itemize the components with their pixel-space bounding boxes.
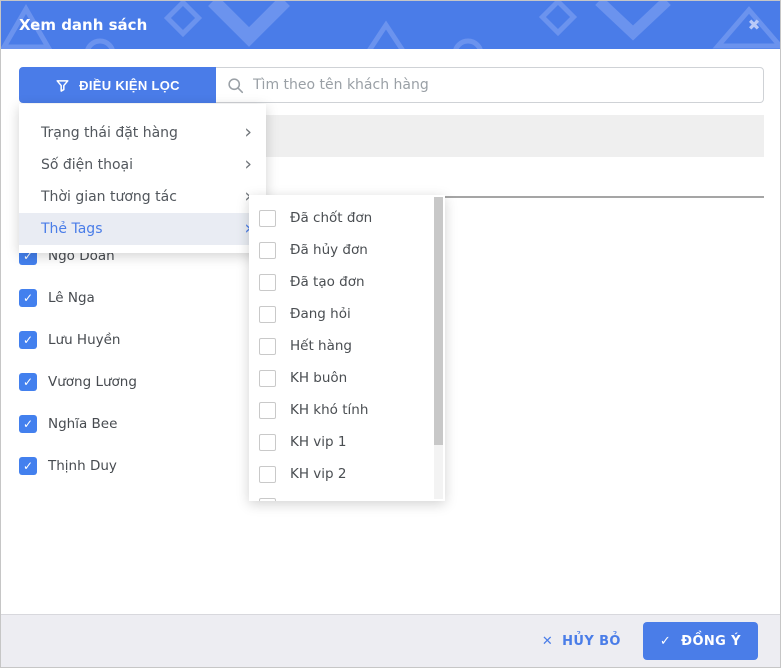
tag-checkbox[interactable] <box>259 465 276 483</box>
tag-option-label: KH khó tính <box>290 402 369 418</box>
menu-item-label: Số điện thoại <box>41 157 134 173</box>
tags-submenu-list: Đã chốt đơn Đã hủy đơn Đã tạo đơn Đang hỏi H… <box>249 202 445 501</box>
funnel-icon <box>56 79 69 92</box>
tag-option-label: KH vip 1 <box>290 434 347 450</box>
tag-option-label: KH buôn <box>290 370 348 386</box>
filter-row: ĐIỀU KIỆN LỌC <box>19 67 764 103</box>
confirm-check-icon: ✓ <box>659 633 672 649</box>
tag-option-7[interactable]: KH vip 1 <box>249 426 445 458</box>
customer-checklist: ✓ Ngo Doan ✓ Lê Nga ✓ Lưu Huyền ✓ Vương Lương ✓ N… <box>19 247 137 499</box>
tag-checkbox[interactable] <box>259 241 276 259</box>
tag-option-label: Đang hỏi <box>290 306 351 322</box>
customer-name-label: Lưu Huyền <box>48 332 121 348</box>
tag-option-0[interactable]: Đã chốt đơn <box>249 202 445 234</box>
tag-option-label: Đã tạo đơn <box>290 274 365 290</box>
confirm-button-label: ĐỒNG Ý <box>681 633 741 649</box>
cancel-x-icon: ✕ <box>541 633 554 649</box>
tag-option-label: KH vip 2 <box>290 466 347 482</box>
customer-row-2[interactable]: ✓ Lưu Huyền <box>19 331 137 349</box>
submenu-scrollbar-thumb[interactable] <box>434 197 443 445</box>
customer-checkbox-checked[interactable]: ✓ <box>19 415 37 433</box>
menu-item-tags[interactable]: Thẻ Tags› <box>19 213 266 245</box>
tag-checkbox[interactable] <box>259 369 276 387</box>
modal-title: Xem danh sách <box>19 16 148 34</box>
tag-option-label: Đã hủy đơn <box>290 242 368 258</box>
tag-option-4[interactable]: Hết hàng <box>249 330 445 362</box>
customer-name-label: Thịnh Duy <box>48 458 117 474</box>
tag-option-2[interactable]: Đã tạo đơn <box>249 266 445 298</box>
tag-checkbox[interactable] <box>259 497 276 501</box>
submenu-scrollbar-track[interactable] <box>434 197 443 499</box>
tag-option-label: Hết hàng <box>290 338 352 354</box>
filter-dropdown-menu: Trạng thái đặt hàng › Số điện thoại › Thời g… <box>19 104 266 253</box>
modal-footer: ✕ HỦY BỎ ✓ ĐỒNG Ý <box>1 614 780 667</box>
customer-name-label: Lê Nga <box>48 290 95 306</box>
tag-checkbox[interactable] <box>259 433 276 451</box>
tag-checkbox[interactable] <box>259 401 276 419</box>
customer-row-5[interactable]: ✓ Thịnh Duy <box>19 457 137 475</box>
customer-checkbox-checked[interactable]: ✓ <box>19 373 37 391</box>
customer-checkbox-checked[interactable]: ✓ <box>19 289 37 307</box>
menu-item-phone[interactable]: Số điện thoại › <box>19 149 266 181</box>
tag-checkbox[interactable] <box>259 337 276 355</box>
menu-item-order-status[interactable]: Trạng thái đặt hàng › <box>19 117 266 149</box>
customer-checkbox-checked[interactable]: ✓ <box>19 331 37 349</box>
tag-option-1[interactable]: Đã hủy đơn <box>249 234 445 266</box>
tag-option-8[interactable]: KH vip 2 <box>249 458 445 490</box>
tag-option-label: Đã chốt đơn <box>290 210 373 226</box>
search-icon <box>228 77 244 93</box>
modal-header: Xem danh sách ✖ <box>1 1 780 49</box>
menu-item-label: Thẻ Tags <box>41 221 103 237</box>
tags-submenu: Đã chốt đơn Đã hủy đơn Đã tạo đơn Đang hỏi H… <box>249 195 445 501</box>
menu-item-label: Thời gian tương tác <box>41 189 177 205</box>
customer-row-1[interactable]: ✓ Lê Nga <box>19 289 137 307</box>
cancel-button-label: HỦY BỎ <box>562 633 621 649</box>
customer-name-label: Nghĩa Bee <box>48 416 118 432</box>
customer-row-3[interactable]: ✓ Vương Lương <box>19 373 137 391</box>
customer-row-4[interactable]: ✓ Nghĩa Bee <box>19 415 137 433</box>
filter-conditions-button[interactable]: ĐIỀU KIỆN LỌC <box>19 67 216 103</box>
close-icon[interactable]: ✖ <box>744 15 764 35</box>
chevron-right-icon: › <box>244 152 252 175</box>
customer-checkbox-checked[interactable]: ✓ <box>19 457 37 475</box>
customer-name-label: Vương Lương <box>48 374 137 390</box>
filter-button-label: ĐIỀU KIỆN LỌC <box>79 77 180 93</box>
search-box <box>216 67 764 103</box>
menu-item-label: Trạng thái đặt hàng <box>41 125 178 141</box>
tag-checkbox[interactable] <box>259 209 276 227</box>
tag-checkbox[interactable] <box>259 305 276 323</box>
tag-option-6[interactable]: KH khó tính <box>249 394 445 426</box>
search-input[interactable] <box>244 77 763 93</box>
tag-option-9[interactable] <box>249 490 445 501</box>
tag-option-5[interactable]: KH buôn <box>249 362 445 394</box>
confirm-button[interactable]: ✓ ĐỒNG Ý <box>642 622 758 660</box>
tag-checkbox[interactable] <box>259 273 276 291</box>
chevron-right-icon: › <box>244 120 252 143</box>
view-list-modal: Xem danh sách ✖ ĐIỀU KIỆN LỌC ✓Ngo Doan✓… <box>0 0 781 668</box>
cancel-button[interactable]: ✕ HỦY BỎ <box>542 634 621 649</box>
tag-option-3[interactable]: Đang hỏi <box>249 298 445 330</box>
menu-item-interaction-time[interactable]: Thời gian tương tác› <box>19 181 266 213</box>
